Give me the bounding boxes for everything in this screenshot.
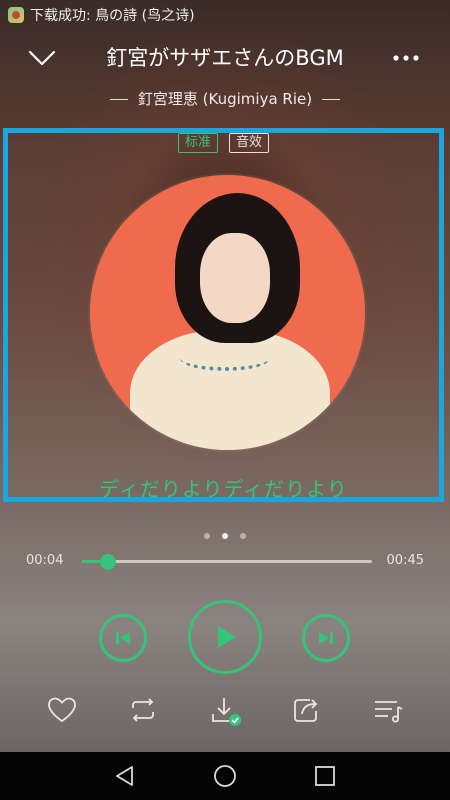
download-button[interactable] [209, 694, 241, 726]
artist-dash-left [109, 98, 128, 101]
nav-recents-button[interactable] [313, 764, 337, 788]
notification-text: 下载成功: 鳥の詩 (鸟之诗) [30, 8, 195, 24]
playlist-button[interactable] [372, 694, 404, 726]
action-bar [0, 690, 450, 730]
status-bar: 下载成功: 鳥の詩 (鸟之诗) [0, 0, 450, 30]
seek-thumb[interactable] [100, 554, 117, 570]
seek-bar[interactable] [82, 554, 372, 570]
artist-row: 釘宮理恵 (Kugimiya Rie) [0, 88, 450, 109]
page-dot[interactable] [240, 533, 246, 539]
skip-next-icon [319, 632, 333, 644]
quality-standard-tag[interactable]: 标准 [177, 133, 218, 153]
nav-back-button[interactable] [113, 764, 137, 788]
play-button[interactable] [188, 600, 262, 674]
quality-tags: 标准 音效 [8, 131, 439, 153]
next-button[interactable] [302, 614, 350, 662]
previous-button[interactable] [99, 614, 147, 662]
app-notification-icon [8, 7, 24, 23]
back-triangle-icon [116, 766, 133, 786]
system-navigation-bar [0, 752, 450, 800]
more-button[interactable] [388, 42, 424, 74]
nav-home-button[interactable] [213, 764, 237, 788]
share-icon [294, 699, 318, 722]
repeat-icon [132, 698, 154, 722]
recents-square-icon [315, 766, 335, 786]
heart-icon [48, 697, 76, 723]
sound-effect-tag[interactable]: 音效 [229, 133, 270, 153]
download-done-icon [212, 698, 241, 726]
album-art-panel[interactable]: 标准 音效 ディだりよりディだりより [3, 128, 444, 502]
chevron-down-icon [28, 50, 56, 66]
repeat-button[interactable] [127, 694, 159, 726]
cover-figure-face [200, 233, 270, 323]
page-dot-active[interactable] [222, 533, 228, 539]
playback-controls [0, 598, 450, 678]
song-title: 釘宮がサザエさんのBGM [106, 46, 344, 70]
collapse-button[interactable] [24, 42, 60, 74]
player-header: 釘宮がサザエさんのBGM [0, 36, 450, 80]
play-icon [218, 626, 236, 648]
artist-name[interactable]: 釘宮理恵 (Kugimiya Rie) [138, 90, 312, 108]
page-indicator [0, 524, 450, 543]
like-button[interactable] [46, 694, 78, 726]
page-dot[interactable] [204, 533, 210, 539]
current-time: 00:04 [26, 553, 64, 568]
home-circle-icon [214, 765, 236, 787]
share-button[interactable] [290, 694, 322, 726]
album-cover-disc [90, 175, 365, 450]
cover-figure-necklace [180, 345, 270, 371]
artist-dash-right [322, 98, 341, 101]
total-time: 00:45 [386, 553, 424, 568]
more-horizontal-icon [393, 55, 419, 61]
playlist-icon [375, 701, 403, 723]
current-lyric-line: ディだりよりディだりより [99, 477, 348, 501]
progress-row: 00:04 00:45 [0, 550, 450, 574]
skip-previous-icon [116, 632, 130, 644]
